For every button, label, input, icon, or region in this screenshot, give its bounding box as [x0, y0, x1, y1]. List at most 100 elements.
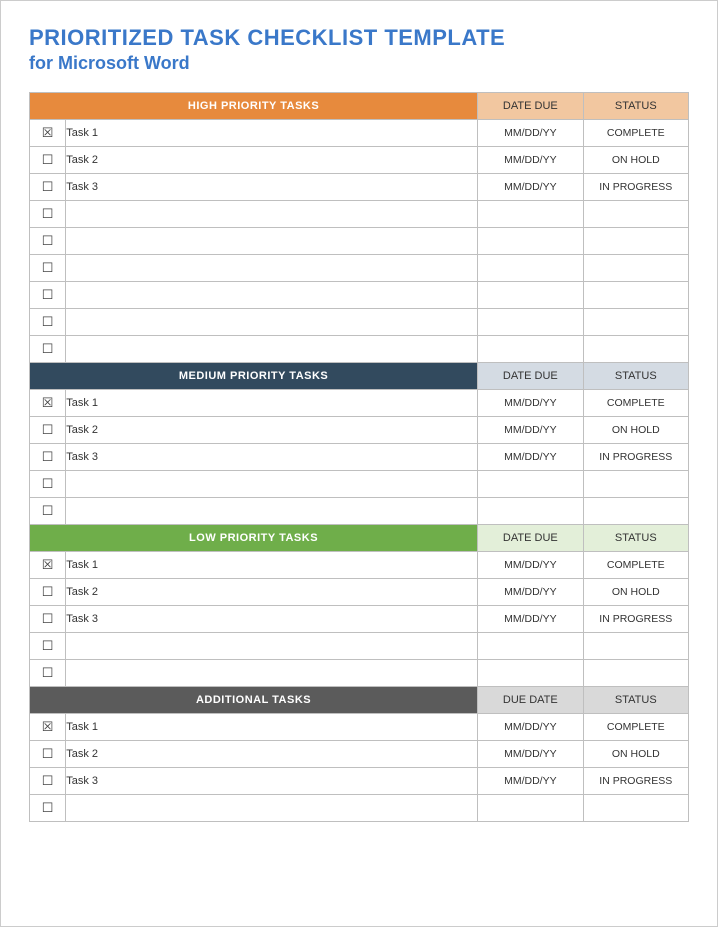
task-name-cell[interactable]: [66, 498, 478, 525]
status-cell[interactable]: COMPLETE: [583, 714, 688, 741]
due-date-cell[interactable]: [478, 228, 583, 255]
task-name-cell[interactable]: Task 2: [66, 579, 478, 606]
checkbox-unchecked-icon[interactable]: ☐: [30, 741, 66, 768]
task-name-cell[interactable]: [66, 336, 478, 363]
status-cell[interactable]: [583, 498, 688, 525]
due-date-cell[interactable]: MM/DD/YY: [478, 579, 583, 606]
task-name-cell[interactable]: [66, 309, 478, 336]
checkbox-unchecked-icon[interactable]: ☐: [30, 444, 66, 471]
checkbox-unchecked-icon[interactable]: ☐: [30, 309, 66, 336]
due-date-cell[interactable]: [478, 282, 583, 309]
task-name-cell[interactable]: Task 2: [66, 147, 478, 174]
task-name-cell[interactable]: Task 1: [66, 552, 478, 579]
checkbox-unchecked-icon[interactable]: ☐: [30, 795, 66, 822]
status-cell[interactable]: [583, 471, 688, 498]
due-date-cell[interactable]: [478, 498, 583, 525]
page-title-line2: for Microsoft Word: [29, 53, 689, 74]
task-name-cell[interactable]: [66, 228, 478, 255]
due-date-cell[interactable]: MM/DD/YY: [478, 552, 583, 579]
status-cell[interactable]: [583, 795, 688, 822]
task-name-cell[interactable]: Task 3: [66, 768, 478, 795]
status-cell[interactable]: [583, 255, 688, 282]
task-row: ☐: [30, 660, 689, 687]
status-cell[interactable]: [583, 633, 688, 660]
status-cell[interactable]: [583, 228, 688, 255]
due-date-cell[interactable]: MM/DD/YY: [478, 390, 583, 417]
task-name-cell[interactable]: Task 3: [66, 444, 478, 471]
due-header: DATE DUE: [478, 93, 583, 120]
checkbox-unchecked-icon[interactable]: ☐: [30, 579, 66, 606]
checkbox-unchecked-icon[interactable]: ☐: [30, 498, 66, 525]
task-name-cell[interactable]: Task 3: [66, 606, 478, 633]
status-cell[interactable]: IN PROGRESS: [583, 768, 688, 795]
checkbox-checked-icon[interactable]: ☒: [30, 120, 66, 147]
status-cell[interactable]: COMPLETE: [583, 120, 688, 147]
status-cell[interactable]: COMPLETE: [583, 390, 688, 417]
checkbox-checked-icon[interactable]: ☒: [30, 390, 66, 417]
task-row: ☐: [30, 255, 689, 282]
checkbox-unchecked-icon[interactable]: ☐: [30, 147, 66, 174]
checkbox-unchecked-icon[interactable]: ☐: [30, 471, 66, 498]
due-date-cell[interactable]: MM/DD/YY: [478, 714, 583, 741]
status-cell[interactable]: COMPLETE: [583, 552, 688, 579]
due-date-cell[interactable]: MM/DD/YY: [478, 417, 583, 444]
checkbox-unchecked-icon[interactable]: ☐: [30, 174, 66, 201]
checkbox-unchecked-icon[interactable]: ☐: [30, 255, 66, 282]
status-cell[interactable]: ON HOLD: [583, 417, 688, 444]
status-cell[interactable]: IN PROGRESS: [583, 606, 688, 633]
due-date-cell[interactable]: [478, 471, 583, 498]
checkbox-checked-icon[interactable]: ☒: [30, 552, 66, 579]
due-date-cell[interactable]: [478, 255, 583, 282]
due-date-cell[interactable]: MM/DD/YY: [478, 120, 583, 147]
due-date-cell[interactable]: [478, 795, 583, 822]
status-cell[interactable]: [583, 309, 688, 336]
due-date-cell[interactable]: [478, 660, 583, 687]
due-date-cell[interactable]: MM/DD/YY: [478, 147, 583, 174]
task-name-cell[interactable]: [66, 282, 478, 309]
task-name-cell[interactable]: [66, 201, 478, 228]
checkbox-unchecked-icon[interactable]: ☐: [30, 606, 66, 633]
task-name-cell[interactable]: [66, 255, 478, 282]
checkbox-unchecked-icon[interactable]: ☐: [30, 336, 66, 363]
checkbox-unchecked-icon[interactable]: ☐: [30, 768, 66, 795]
checkbox-checked-icon[interactable]: ☒: [30, 714, 66, 741]
due-date-cell[interactable]: MM/DD/YY: [478, 174, 583, 201]
task-row: ☐: [30, 309, 689, 336]
status-cell[interactable]: ON HOLD: [583, 579, 688, 606]
due-date-cell[interactable]: MM/DD/YY: [478, 606, 583, 633]
task-name-cell[interactable]: [66, 471, 478, 498]
status-cell[interactable]: [583, 282, 688, 309]
due-date-cell[interactable]: [478, 201, 583, 228]
status-header: STATUS: [583, 93, 688, 120]
status-cell[interactable]: [583, 660, 688, 687]
checkbox-unchecked-icon[interactable]: ☐: [30, 201, 66, 228]
status-cell[interactable]: [583, 201, 688, 228]
task-name-cell[interactable]: [66, 633, 478, 660]
due-date-cell[interactable]: [478, 633, 583, 660]
task-name-cell[interactable]: Task 1: [66, 120, 478, 147]
checkbox-unchecked-icon[interactable]: ☐: [30, 228, 66, 255]
task-name-cell[interactable]: Task 3: [66, 174, 478, 201]
due-date-cell[interactable]: MM/DD/YY: [478, 444, 583, 471]
status-cell[interactable]: [583, 336, 688, 363]
task-name-cell[interactable]: Task 1: [66, 390, 478, 417]
due-date-cell[interactable]: MM/DD/YY: [478, 741, 583, 768]
checkbox-unchecked-icon[interactable]: ☐: [30, 633, 66, 660]
task-name-cell[interactable]: Task 2: [66, 741, 478, 768]
status-cell[interactable]: IN PROGRESS: [583, 444, 688, 471]
due-date-cell[interactable]: [478, 309, 583, 336]
task-name-cell[interactable]: [66, 795, 478, 822]
status-cell[interactable]: ON HOLD: [583, 147, 688, 174]
task-name-cell[interactable]: [66, 660, 478, 687]
checkbox-unchecked-icon[interactable]: ☐: [30, 417, 66, 444]
due-date-cell[interactable]: MM/DD/YY: [478, 768, 583, 795]
task-name-cell[interactable]: Task 1: [66, 714, 478, 741]
checkbox-unchecked-icon[interactable]: ☐: [30, 282, 66, 309]
status-cell[interactable]: ON HOLD: [583, 741, 688, 768]
task-row: ☐: [30, 336, 689, 363]
due-date-cell[interactable]: [478, 336, 583, 363]
checkbox-unchecked-icon[interactable]: ☐: [30, 660, 66, 687]
task-row: ☐Task 2MM/DD/YYON HOLD: [30, 579, 689, 606]
task-name-cell[interactable]: Task 2: [66, 417, 478, 444]
status-cell[interactable]: IN PROGRESS: [583, 174, 688, 201]
